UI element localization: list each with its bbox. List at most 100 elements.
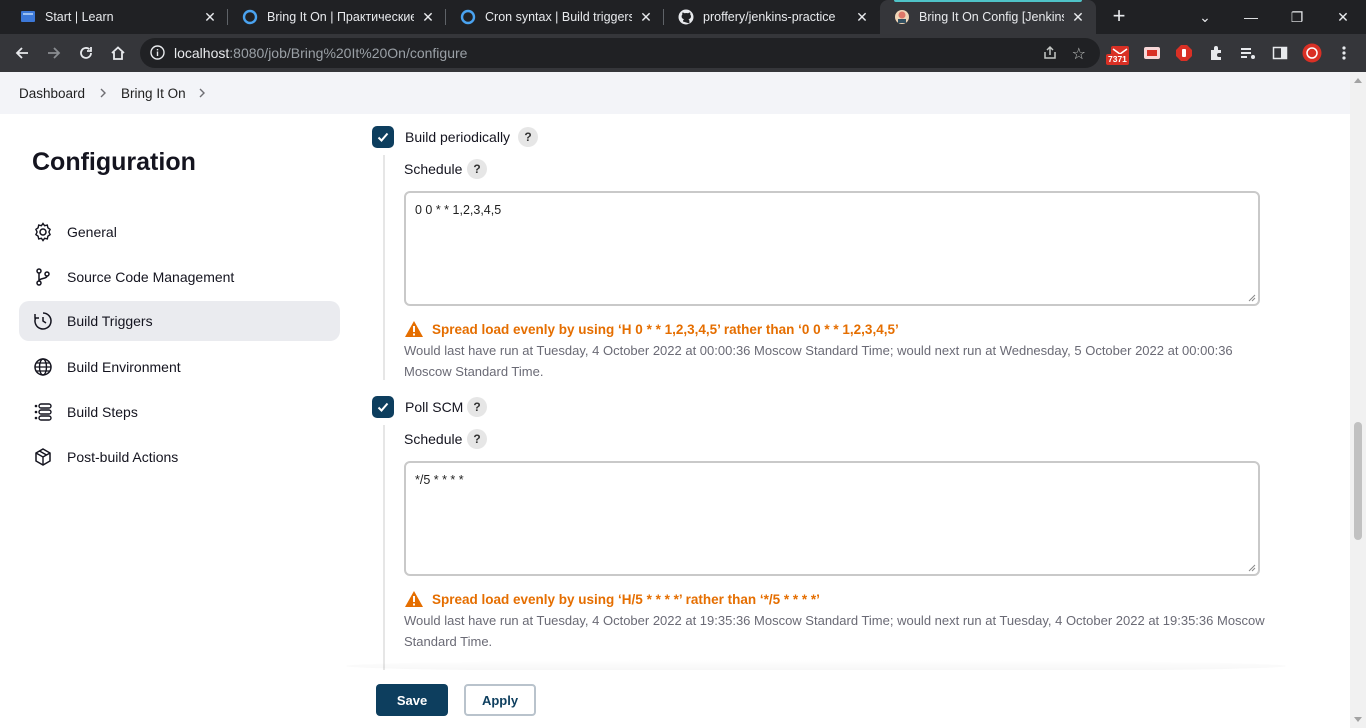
learn-icon	[20, 9, 36, 25]
back-button[interactable]	[8, 39, 36, 67]
bookmark-star-icon[interactable]: ☆	[1072, 44, 1086, 64]
apply-button[interactable]: Apply	[464, 684, 536, 716]
breadcrumb-job[interactable]: Bring It On	[121, 86, 186, 101]
new-tab-button[interactable]: +	[1106, 5, 1132, 29]
help-icon[interactable]: ?	[518, 127, 538, 147]
poll-scm-checkbox[interactable]	[372, 396, 394, 418]
schedule-label: Schedule	[404, 431, 463, 447]
restore-button[interactable]: ❐	[1274, 0, 1320, 34]
build-periodically-schedule-textarea[interactable]: 0 0 * * 1,2,3,4,5	[404, 191, 1260, 306]
save-button[interactable]: Save	[376, 684, 448, 716]
help-icon[interactable]: ?	[467, 159, 487, 179]
page-title: Configuration	[32, 148, 196, 176]
reload-button[interactable]	[72, 39, 100, 67]
help-icon[interactable]: ?	[467, 397, 487, 417]
sidebar-item-build-triggers[interactable]: Build Triggers	[19, 301, 340, 341]
sidebar-item-build-steps[interactable]: Build Steps	[19, 392, 340, 432]
sidebar-item-label: Post-build Actions	[67, 449, 179, 465]
close-tab-icon[interactable]: ✕	[420, 9, 436, 26]
url-host: localhost	[174, 45, 230, 61]
browser-tab-1[interactable]: Start | Learn ✕	[6, 0, 228, 34]
tab-title: Start | Learn	[45, 10, 114, 24]
browser-tab-4[interactable]: proffery/jenkins-practice ✕	[664, 0, 880, 34]
sidebar-item-label: Build Environment	[67, 359, 181, 375]
page-scrollbar[interactable]	[1350, 72, 1366, 728]
tab-title: proffery/jenkins-practice	[703, 10, 836, 24]
profile-avatar[interactable]	[1302, 43, 1322, 63]
circle-logo-icon	[460, 9, 476, 25]
adblock-extension-icon[interactable]	[1174, 43, 1194, 63]
section-divider-line	[383, 425, 385, 670]
site-info-icon[interactable]	[150, 45, 165, 65]
side-panel-icon[interactable]	[1270, 43, 1290, 63]
globe-icon	[32, 356, 54, 378]
resize-grip-icon[interactable]	[1248, 564, 1256, 572]
scrollbar-thumb[interactable]	[1354, 422, 1362, 540]
scroll-up-arrow-icon[interactable]	[1354, 78, 1362, 83]
minimize-button[interactable]: —	[1228, 0, 1274, 34]
close-window-button[interactable]: ✕	[1320, 0, 1366, 34]
sidebar-item-label: Source Code Management	[67, 269, 235, 285]
clock-icon	[32, 310, 54, 332]
sidebar-item-source-code-management[interactable]: Source Code Management	[19, 257, 340, 297]
warning-text: Spread load evenly by using ‘H/5 * * * *…	[432, 591, 820, 607]
close-tab-icon[interactable]: ✕	[638, 9, 654, 26]
close-tab-icon[interactable]: ✕	[202, 9, 218, 26]
warning-icon	[405, 321, 423, 337]
resize-grip-icon[interactable]	[1248, 294, 1256, 302]
forward-button[interactable]	[40, 39, 68, 67]
chevron-right-icon	[99, 86, 107, 101]
warning-icon	[405, 591, 423, 607]
tab-title: Bring It On | Практические з	[267, 10, 414, 24]
tab-search-icon[interactable]: ⌄	[1182, 0, 1228, 34]
address-bar[interactable]: localhost:8080/job/Bring%20It%20On/confi…	[140, 38, 1100, 68]
circle-logo-icon	[242, 9, 258, 25]
tab-title: Cron syntax | Build triggers |	[485, 10, 632, 24]
build-periodically-label[interactable]: Build periodically	[405, 129, 510, 145]
url-path: :8080/job/Bring%20It%20On/configure	[229, 45, 468, 61]
branch-icon	[32, 266, 54, 288]
schedule-value: 0 0 * * 1,2,3,4,5	[415, 203, 502, 217]
gear-icon	[32, 221, 54, 243]
tab-title: Bring It On Config [Jenkins]	[919, 10, 1064, 24]
chevron-right-icon[interactable]	[198, 86, 206, 101]
scroll-down-arrow-icon[interactable]	[1354, 717, 1362, 722]
browser-tab-2[interactable]: Bring It On | Практические з ✕	[228, 0, 446, 34]
sidebar-item-label: Build Triggers	[67, 313, 153, 329]
github-icon	[678, 9, 694, 25]
sidebar-item-build-environment[interactable]: Build Environment	[19, 347, 340, 387]
translate-extension-icon[interactable]	[1142, 43, 1162, 63]
puzzle-extensions-icon[interactable]	[1206, 43, 1226, 63]
schedule-value: */5 * * * *	[415, 473, 464, 487]
mail-count-badge: 7371	[1106, 54, 1129, 65]
poll-scm-schedule-textarea[interactable]: */5 * * * *	[404, 461, 1260, 576]
browser-tab-3[interactable]: Cron syntax | Build triggers | ✕	[446, 0, 664, 34]
warning-message: Spread load evenly by using ‘H 0 * * 1,2…	[404, 320, 899, 338]
browser-tab-strip: Start | Learn ✕ Bring It On | Практическ…	[0, 0, 1366, 34]
browser-menu-icon[interactable]	[1334, 43, 1354, 63]
media-control-icon[interactable]	[1238, 43, 1258, 63]
schedule-label: Schedule	[404, 161, 463, 177]
sidebar-item-label: Build Steps	[67, 404, 138, 420]
section-divider-line	[383, 155, 385, 380]
sidebar-item-general[interactable]: General	[19, 212, 340, 252]
schedule-info-text: Would last have run at Tuesday, 4 Octobe…	[404, 613, 1265, 649]
breadcrumb-dashboard[interactable]: Dashboard	[19, 86, 85, 101]
sidebar-item-post-build-actions[interactable]: Post-build Actions	[19, 437, 340, 477]
sidebar-item-label: General	[67, 224, 117, 240]
help-icon[interactable]: ?	[467, 429, 487, 449]
warning-text: Spread load evenly by using ‘H 0 * * 1,2…	[432, 321, 899, 337]
browser-tab-5-active[interactable]: Bring It On Config [Jenkins] ✕	[880, 0, 1096, 34]
list-icon	[32, 401, 54, 423]
poll-scm-label[interactable]: Poll SCM	[405, 399, 463, 415]
browser-toolbar: localhost:8080/job/Bring%20It%20On/confi…	[0, 34, 1366, 72]
jenkins-icon	[894, 9, 910, 25]
close-tab-icon[interactable]: ✕	[854, 9, 870, 26]
schedule-info-text: Would last have run at Tuesday, 4 Octobe…	[404, 343, 1233, 379]
build-periodically-checkbox[interactable]	[372, 126, 394, 148]
warning-message: Spread load evenly by using ‘H/5 * * * *…	[404, 590, 820, 608]
home-button[interactable]	[104, 39, 132, 67]
checkmark-icon	[377, 402, 389, 412]
share-icon[interactable]	[1042, 45, 1058, 66]
close-tab-icon[interactable]: ✕	[1070, 9, 1086, 26]
